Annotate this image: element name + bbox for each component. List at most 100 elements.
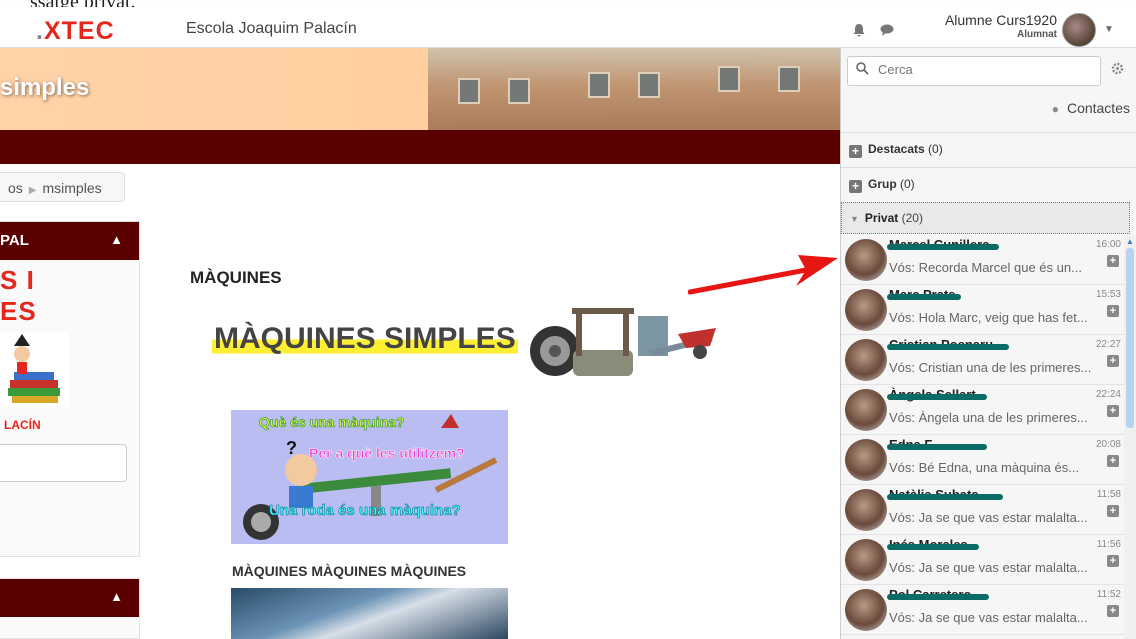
logo-text-line1: S I [0, 265, 35, 295]
scroll-up-icon[interactable]: ▲ [1124, 236, 1136, 248]
message-preview: Vós: Ja se que vas estar malalta... [889, 610, 1088, 625]
message-time: 11:58 [1096, 489, 1121, 500]
redaction-scribble [887, 344, 1009, 350]
message-time: 20:08 [1095, 439, 1121, 450]
search-icon [856, 62, 869, 78]
school-name[interactable]: Escola Joaquim Palacín [186, 20, 357, 38]
user-role: Alumnat [1017, 29, 1057, 40]
gear-icon[interactable] [1111, 62, 1124, 78]
message-time: 16:00 [1095, 239, 1121, 250]
logo-text-line2: ES [0, 296, 37, 326]
section-title-machines: MÀQUINES MÀQUINES MÀQUINES [232, 563, 467, 579]
message-preview: Vós: Cristian una de les primeres... [889, 360, 1092, 375]
contact-avatar [845, 289, 887, 331]
redaction-scribble [887, 444, 987, 450]
add-contact-icon[interactable]: + [1107, 405, 1119, 417]
course-banner: simples [0, 48, 840, 130]
message-preview: Vós: Àngela una de les primeres... [889, 410, 1088, 425]
add-contact-icon[interactable]: + [1107, 605, 1119, 617]
breadcrumb: os ▶ msimples [0, 172, 125, 202]
contact-avatar [845, 539, 887, 581]
student-books-image [0, 332, 69, 407]
left-block-header[interactable]: PAL ▲ [0, 222, 139, 260]
group-label: Grup [868, 177, 897, 191]
messaging-drawer: ● Contactes + Destacats (0) + Grup (0) ▼ Pri… [840, 48, 1136, 639]
left-search-field[interactable] [0, 444, 127, 482]
add-contact-icon[interactable]: + [1107, 555, 1119, 567]
message-time: 22:27 [1095, 339, 1121, 350]
add-contact-icon[interactable]: + [1107, 305, 1119, 317]
redaction-scribble [887, 294, 961, 300]
group-label: Privat [864, 211, 899, 225]
conversation-item[interactable]: Natàlia Subats 11:58 + Vós: Ja se que va… [841, 485, 1125, 535]
user-avatar[interactable] [1062, 13, 1096, 47]
contacts-link[interactable]: ● Contactes [1052, 100, 1130, 116]
collapse-arrow-icon[interactable]: ▲ [110, 589, 123, 604]
message-preview: Vós: Ja se que vas estar malalta... [889, 510, 1088, 525]
machines-photo[interactable] [231, 588, 508, 639]
machines-quiz-image[interactable]: ? Què és una màquina? Per a què les util… [231, 410, 508, 544]
contact-avatar [845, 589, 887, 631]
simples-title: MÀQUINES SIMPLES [212, 322, 518, 356]
redaction-scribble [887, 544, 979, 550]
breadcrumb-current[interactable]: msimples [43, 180, 102, 196]
group-destacats[interactable]: + Destacats (0) [841, 132, 1136, 166]
group-privat[interactable]: ▼ Privat (20) [841, 202, 1130, 234]
contact-avatar [845, 239, 887, 281]
redaction-scribble [887, 494, 1003, 500]
redaction-scribble [887, 244, 999, 250]
user-name[interactable]: Alumne Curs1920 [945, 13, 1057, 28]
group-count: (0) [928, 142, 943, 156]
redaction-scribble [887, 594, 989, 600]
conversation-item[interactable]: Inés Morales 11:56 + Vós: Ja se que vas … [841, 535, 1125, 585]
group-label: Destacats [868, 142, 925, 156]
left-block-title: PAL [0, 232, 29, 249]
chat-bubble-icon[interactable] [880, 24, 894, 38]
private-conversation-list: Marcel Cunillera 16:00 + Vós: Recorda Ma… [841, 235, 1125, 639]
left-block-secondary-header[interactable]: ▲ [0, 579, 139, 617]
redaction-scribble [887, 394, 987, 400]
contact-avatar [845, 339, 887, 381]
message-time: 11:56 [1096, 539, 1121, 550]
school-short-name[interactable]: LACÍN [4, 418, 41, 432]
group-count: (20) [901, 211, 923, 225]
conversation-item[interactable]: Marc Prats 15:53 + Vós: Hola Marc, veig … [841, 285, 1125, 335]
conversation-item[interactable]: Edna F. 20:08 + Vós: Bé Edna, una màquin… [841, 435, 1125, 485]
breadcrumb-prev[interactable]: os [8, 180, 23, 196]
scrollbar-thumb[interactable] [1126, 248, 1134, 428]
add-contact-icon[interactable]: + [1107, 255, 1119, 267]
xtec-logo[interactable]: .XTEC [36, 17, 115, 46]
add-contact-icon[interactable]: + [1107, 355, 1119, 367]
expand-plus-icon[interactable]: + [849, 145, 862, 158]
message-time: 15:53 [1095, 289, 1121, 300]
group-count: (0) [900, 177, 915, 191]
add-contact-icon[interactable]: + [1107, 455, 1119, 467]
expand-plus-icon[interactable]: + [849, 180, 862, 193]
contact-avatar [845, 439, 887, 481]
school-building-photo [428, 48, 840, 130]
page-heading: MÀQUINES [190, 268, 282, 287]
add-contact-icon[interactable]: + [1107, 505, 1119, 517]
red-annotation-arrow [688, 255, 838, 295]
message-search-box[interactable] [847, 56, 1101, 86]
conversation-item[interactable]: Cristian Poenaru 22:27 + Vós: Cristian u… [841, 335, 1125, 385]
person-icon: ● [1051, 102, 1059, 116]
course-menu-bar [0, 130, 840, 164]
collapse-triangle-icon[interactable]: ▼ [850, 214, 859, 224]
message-time: 22:24 [1095, 389, 1121, 400]
conversation-item[interactable]: Marcel Cunillera 16:00 + Vós: Recorda Ma… [841, 235, 1125, 285]
quiz-question-3: Una roda és una màquina? [269, 502, 461, 520]
collapse-arrow-icon[interactable]: ▲ [110, 232, 123, 247]
quiz-question-2: Per a què les utilitzem? [309, 445, 465, 462]
simple-machines-illustration [530, 308, 716, 376]
top-navbar: .XTEC Escola Joaquim Palacín Alumne Curs… [0, 7, 1136, 48]
conversation-item[interactable]: Àngela Sellart 22:24 + Vós: Àngela una d… [841, 385, 1125, 435]
bell-icon[interactable] [852, 24, 866, 38]
quiz-question-1: Què és una màquina? [259, 414, 405, 431]
left-block-secondary: ▲ [0, 578, 140, 639]
group-grup[interactable]: + Grup (0) [841, 167, 1136, 201]
contacts-label: Contactes [1066, 100, 1130, 116]
conversation-item[interactable]: Pol Carretero 11:52 + Vós: Ja se que vas… [841, 585, 1125, 635]
search-input[interactable] [878, 62, 1088, 77]
user-menu-caret-icon[interactable]: ▼ [1104, 24, 1114, 35]
